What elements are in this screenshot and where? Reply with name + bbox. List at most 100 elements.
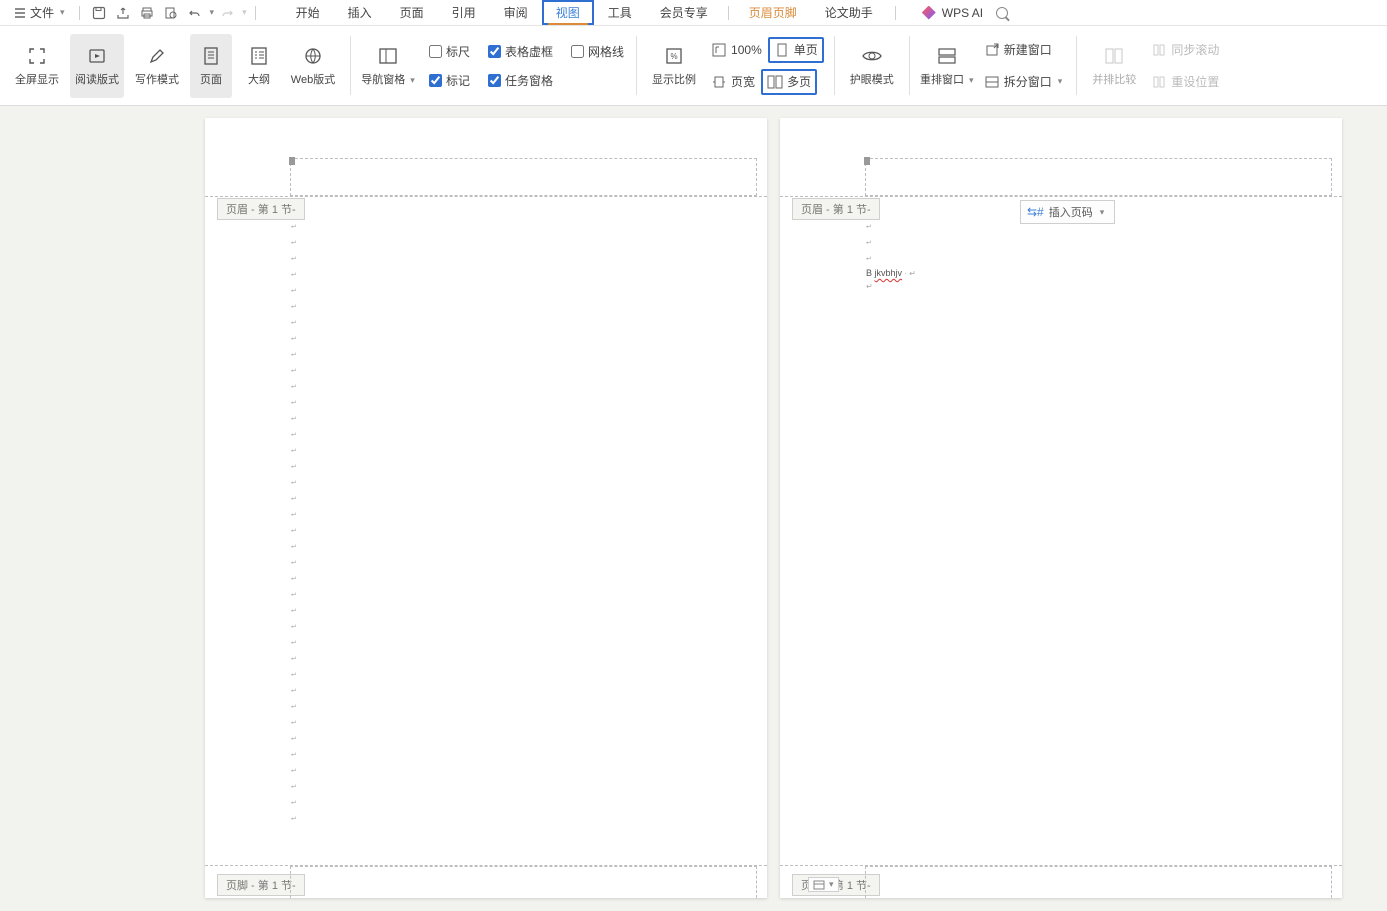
markup-label: 标记 xyxy=(446,72,470,89)
print-icon xyxy=(140,6,154,20)
arrange-window-label: 重排窗口 ▾ xyxy=(920,71,974,87)
page-view-icon xyxy=(200,45,222,67)
multi-page-button[interactable]: 多页 xyxy=(761,69,817,95)
read-mode-icon xyxy=(86,45,108,67)
zoom-ratio-icon: % xyxy=(663,45,685,67)
page-2[interactable]: 页眉 - 第 1 节- ⇆# 插入页码 ▾ ↵↵↵ B jkvbhjv · ↵ … xyxy=(780,118,1342,898)
tab-member[interactable]: 会员专享 xyxy=(646,0,722,25)
single-page-label: 单页 xyxy=(794,41,818,58)
page-view-button[interactable]: 页面 xyxy=(190,34,232,98)
chevron-down-icon: ▾ xyxy=(242,7,247,18)
ribbon-group-window: 重排窗口 ▾ 新建窗口 拆分窗口 ▾ xyxy=(910,26,1077,105)
tab-home[interactable]: 开始 xyxy=(282,0,334,25)
tab-reference[interactable]: 引用 xyxy=(438,0,490,25)
chevron-down-icon[interactable]: ▾ xyxy=(210,7,215,18)
zoom-100-label: 100% xyxy=(731,43,762,57)
ribbon: 全屏显示 阅读版式 写作模式 页面 大纲 Web版式 导航窗格 ▾ xyxy=(0,26,1387,106)
gridlines-checkbox[interactable]: 网格线 xyxy=(569,41,626,62)
arrange-window-icon xyxy=(936,45,958,67)
single-page-button[interactable]: 单页 xyxy=(768,37,824,63)
ribbon-group-views: 全屏显示 阅读版式 写作模式 页面 大纲 Web版式 xyxy=(0,26,350,105)
undo-button[interactable] xyxy=(184,2,206,24)
web-view-label: Web版式 xyxy=(291,71,335,87)
chevron-down-icon: ▾ xyxy=(1058,76,1063,87)
eye-mode-button[interactable]: 护眼模式 xyxy=(845,34,899,98)
tab-view[interactable]: 视图 xyxy=(542,0,594,25)
markup-checkbox[interactable]: 标记 xyxy=(427,70,472,91)
new-window-button[interactable]: 新建窗口 xyxy=(980,37,1067,63)
web-view-icon xyxy=(302,45,324,67)
reset-pos-icon xyxy=(1151,74,1167,90)
anchor-icon xyxy=(289,157,295,165)
ruler-label: 标尺 xyxy=(446,43,470,60)
ribbon-group-zoom: % 显示比例 100% 单页 页宽 xyxy=(637,26,834,105)
page-1[interactable]: 页眉 - 第 1 节- ↵↵↵↵↵↵↵↵↵↵ ↵↵↵↵↵↵↵↵↵↵ ↵↵↵↵↵↵… xyxy=(205,118,767,898)
redo-button xyxy=(216,2,238,24)
zoom-100-button[interactable]: 100% xyxy=(707,37,766,63)
paragraph-marks: ↵↵↵ xyxy=(866,218,871,266)
separator xyxy=(895,6,896,20)
search-button[interactable] xyxy=(991,2,1013,24)
footer-toolbar-icon xyxy=(813,880,825,890)
write-mode-icon xyxy=(146,45,168,67)
side-by-side-label: 并排比较 xyxy=(1092,71,1136,87)
gridlines-label: 网格线 xyxy=(588,43,624,60)
table-dashed-checkbox[interactable]: 表格虚框 xyxy=(486,41,555,62)
split-window-label: 拆分窗口 xyxy=(1004,73,1052,90)
menu-icon xyxy=(14,7,26,19)
zoom-100-icon xyxy=(711,42,727,58)
menu-tabs: 开始 插入 页面 引用 审阅 视图 工具 会员专享 页眉页脚 论文助手 xyxy=(282,0,887,25)
fullscreen-button[interactable]: 全屏显示 xyxy=(10,34,64,98)
preview-button[interactable] xyxy=(160,2,182,24)
header-region[interactable] xyxy=(865,158,1332,196)
page-width-button[interactable]: 页宽 xyxy=(707,69,759,95)
insert-page-number-label: 插入页码 xyxy=(1049,204,1093,220)
insert-page-number-button[interactable]: ⇆# 插入页码 ▾ xyxy=(1020,200,1115,224)
arrange-window-button[interactable]: 重排窗口 ▾ xyxy=(920,34,974,98)
tab-thesis[interactable]: 论文助手 xyxy=(811,0,887,25)
wps-ai-icon xyxy=(922,6,936,20)
task-pane-label: 任务窗格 xyxy=(505,72,553,89)
footer-region[interactable] xyxy=(865,866,1332,898)
chevron-down-icon: ▾ xyxy=(1100,207,1105,218)
nav-pane-button[interactable]: 导航窗格 ▾ xyxy=(361,34,415,98)
chevron-down-icon: ▾ xyxy=(969,75,974,85)
tab-insert[interactable]: 插入 xyxy=(334,0,386,25)
document-canvas[interactable]: 页眉 - 第 1 节- ↵↵↵↵↵↵↵↵↵↵ ↵↵↵↵↵↵↵↵↵↵ ↵↵↵↵↵↵… xyxy=(0,106,1387,911)
table-dashed-label: 表格虚框 xyxy=(505,43,553,60)
body-text: B jkvbhjv · ↵ ↵ xyxy=(866,268,916,291)
chevron-down-icon: ▾ xyxy=(829,879,834,890)
wps-ai-button[interactable]: WPS AI xyxy=(922,6,983,20)
side-by-side-icon xyxy=(1103,45,1125,67)
task-pane-checkbox[interactable]: 任务窗格 xyxy=(486,70,555,91)
eye-icon xyxy=(861,45,883,67)
side-by-side-button: 并排比较 xyxy=(1087,34,1141,98)
new-window-label: 新建窗口 xyxy=(1004,41,1052,58)
save-button[interactable] xyxy=(88,2,110,24)
separator xyxy=(79,6,80,20)
zoom-ratio-button[interactable]: % 显示比例 xyxy=(647,34,701,98)
export-icon xyxy=(116,6,130,20)
ruler-checkbox[interactable]: 标尺 xyxy=(427,41,472,62)
page-width-icon xyxy=(711,74,727,90)
tab-header-footer[interactable]: 页眉页脚 xyxy=(735,0,811,25)
read-mode-button[interactable]: 阅读版式 xyxy=(70,34,124,98)
sync-scroll-icon xyxy=(1151,42,1167,58)
sync-scroll-label: 同步滚动 xyxy=(1171,41,1219,58)
tab-tools[interactable]: 工具 xyxy=(594,0,646,25)
split-window-button[interactable]: 拆分窗口 ▾ xyxy=(980,69,1067,95)
save-icon xyxy=(92,6,106,20)
outline-button[interactable]: 大纲 xyxy=(238,34,280,98)
tab-review[interactable]: 审阅 xyxy=(490,0,542,25)
print-button[interactable] xyxy=(112,2,134,24)
write-mode-button[interactable]: 写作模式 xyxy=(130,34,184,98)
paragraph-marks: ↵↵↵↵↵↵↵↵↵↵ ↵↵↵↵↵↵↵↵↵↵ ↵↵↵↵↵↵↵↵↵↵ ↵↵↵↵↵↵↵… xyxy=(291,218,296,826)
split-window-icon xyxy=(984,74,1000,90)
footer-region[interactable] xyxy=(290,866,757,898)
header-region[interactable] xyxy=(290,158,757,196)
file-menu[interactable]: 文件 ▾ xyxy=(8,2,71,23)
tab-page[interactable]: 页面 xyxy=(386,0,438,25)
web-view-button[interactable]: Web版式 xyxy=(286,34,340,98)
print2-button[interactable] xyxy=(136,2,158,24)
footer-toolbar[interactable]: ▾ xyxy=(808,877,839,892)
